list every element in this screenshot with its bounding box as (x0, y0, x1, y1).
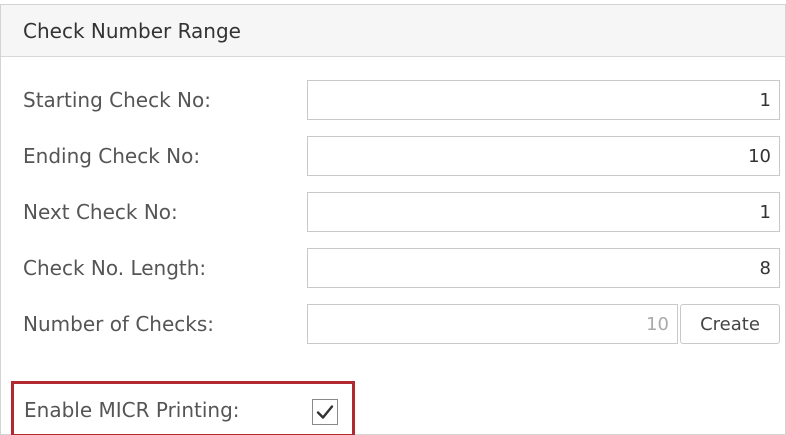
ending-check-no-label: Ending Check No: (23, 144, 201, 168)
checkmark-icon (316, 405, 334, 419)
next-check-no-row: Next Check No: (23, 192, 783, 232)
starting-check-no-input[interactable] (307, 80, 780, 120)
number-of-checks-row: Number of Checks: Create (23, 304, 783, 344)
panel-header: Check Number Range (1, 5, 785, 57)
panel-title: Check Number Range (23, 18, 241, 43)
ending-check-no-input[interactable] (307, 136, 780, 176)
enable-micr-printing-label: Enable MICR Printing: (24, 398, 240, 422)
starting-check-no-row: Starting Check No: (23, 80, 783, 120)
enable-micr-printing-checkbox[interactable] (312, 399, 338, 425)
micr-highlight-box: Enable MICR Printing: (11, 381, 355, 435)
check-number-range-panel: Check Number Range Starting Check No: En… (0, 4, 786, 435)
check-number-range-page: Check Number Range Starting Check No: En… (0, 0, 786, 435)
check-no-length-row: Check No. Length: (23, 248, 783, 288)
check-no-length-input[interactable] (307, 248, 780, 288)
number-of-checks-input[interactable] (307, 304, 678, 344)
next-check-no-input[interactable] (307, 192, 780, 232)
create-button[interactable]: Create (680, 304, 780, 344)
starting-check-no-label: Starting Check No: (23, 88, 211, 112)
check-no-length-label: Check No. Length: (23, 256, 207, 280)
ending-check-no-row: Ending Check No: (23, 136, 783, 176)
number-of-checks-label: Number of Checks: (23, 312, 215, 336)
next-check-no-label: Next Check No: (23, 200, 178, 224)
